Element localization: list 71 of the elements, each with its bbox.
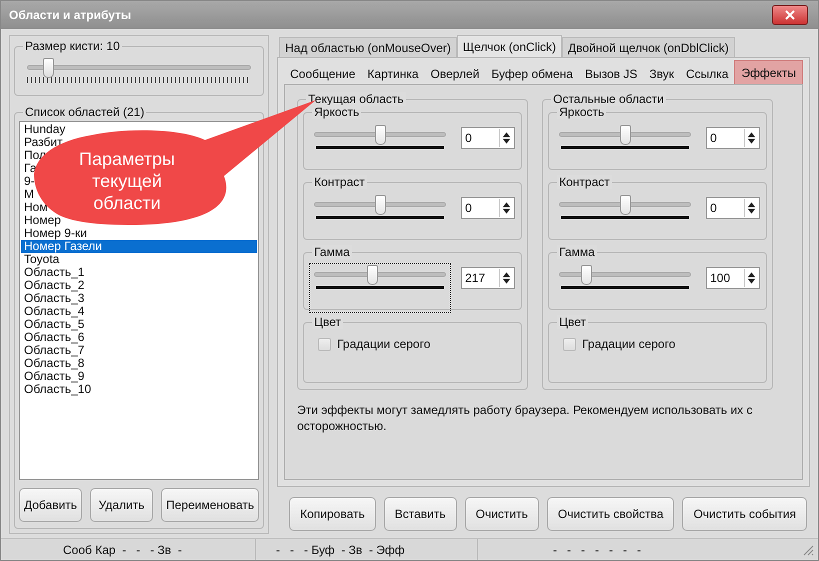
group-label: Яркость <box>557 105 606 119</box>
spin-box[interactable]: 217 <box>461 267 516 289</box>
slider-thumb[interactable] <box>375 195 386 215</box>
list-item[interactable]: Область_3 <box>21 292 258 305</box>
group-label: Гамма <box>557 245 597 259</box>
checkbox-label: Градации серого <box>582 337 676 351</box>
status-text: - - - Буф - Зв - Эфф <box>276 542 405 556</box>
tab[interactable]: Эффекты <box>734 60 803 84</box>
tab[interactable]: Вызов JS <box>578 64 644 84</box>
slider-thumb[interactable] <box>42 58 54 78</box>
list-item[interactable]: Область_2 <box>21 279 258 292</box>
status-text: Сооб Кар - - - Зв - <box>63 542 182 556</box>
group-label: Контраст <box>312 175 367 189</box>
action-button[interactable]: Очистить события <box>682 497 808 531</box>
slider-thumb[interactable] <box>620 125 632 145</box>
slider-thumb[interactable] <box>367 265 378 285</box>
list-item[interactable]: Область_5 <box>21 318 258 331</box>
list-item[interactable]: Toyota <box>21 253 258 266</box>
spin-box[interactable]: 0 <box>706 127 760 149</box>
group-label: Контраст <box>557 175 612 189</box>
action-button[interactable]: Вставить <box>384 497 457 531</box>
group-label: Гамма <box>312 245 352 259</box>
tab[interactable]: Оверлей <box>424 64 486 84</box>
tab[interactable]: Картинка <box>361 64 425 84</box>
slider-thumb[interactable] <box>581 265 592 285</box>
slider[interactable] <box>309 263 452 313</box>
group-label: Цвет <box>312 315 343 329</box>
checkbox-label: Градации серого <box>337 337 430 351</box>
tab[interactable]: Щелчок (onClick) <box>456 35 562 57</box>
list-item[interactable]: Область_8 <box>21 357 258 370</box>
action-button[interactable]: Очистить <box>464 497 539 531</box>
list-item[interactable]: Номер 9-ки <box>21 227 258 240</box>
checkbox[interactable] <box>563 338 576 350</box>
list-item[interactable]: Область_10 <box>21 383 258 396</box>
tab[interactable]: Буфер обмена <box>485 64 579 84</box>
action-button[interactable]: Добавить <box>19 488 82 522</box>
checkbox[interactable] <box>318 338 332 350</box>
action-button[interactable]: Копировать <box>289 497 376 531</box>
close-icon <box>785 10 795 20</box>
group-label: Остальные области <box>551 92 666 106</box>
tab[interactable]: Ссылка <box>680 64 734 84</box>
window-title: Области и атрибуты <box>9 8 132 22</box>
group-label: Список областей (21) <box>23 105 146 119</box>
group-label: Яркость <box>312 105 362 119</box>
group-label: Размер кисти: 10 <box>23 39 122 53</box>
tab[interactable]: Сообщение <box>284 64 362 84</box>
callout-text: Параметры текущей области <box>78 148 176 214</box>
list-item[interactable]: Область_4 <box>21 305 258 318</box>
group-label: Текущая область <box>306 92 406 106</box>
slider-thumb[interactable] <box>375 125 386 145</box>
status-text: - - - - - - - <box>553 542 641 556</box>
spin-box[interactable]: 0 <box>461 127 516 149</box>
action-button[interactable]: Очистить свойства <box>546 497 674 531</box>
list-item[interactable]: Область_6 <box>21 331 258 344</box>
list-item[interactable]: Область_7 <box>21 344 258 357</box>
spin-box[interactable]: 0 <box>461 197 516 219</box>
tab[interactable]: Двойной щелчок (onDblClick) <box>562 37 735 57</box>
action-button[interactable]: Удалить <box>90 488 154 522</box>
spin-box[interactable]: 0 <box>706 197 760 219</box>
resize-grip-icon <box>802 544 814 556</box>
spin-box[interactable]: 100 <box>706 267 760 289</box>
action-button[interactable]: Переименовать <box>161 488 260 522</box>
tab[interactable]: Над областью (onMouseOver) <box>279 37 457 57</box>
slider-thumb[interactable] <box>620 195 632 215</box>
tab[interactable]: Звук <box>643 64 680 84</box>
list-item[interactable]: Область_1 <box>21 266 258 279</box>
list-item[interactable]: Номер Газели <box>21 240 258 253</box>
group-label: Цвет <box>557 315 588 329</box>
info-text: Эти эффекты могут замедлять работу браузера. Рекомендуем использовать их с осторожностью. <box>297 402 754 434</box>
list-item[interactable]: Область_9 <box>21 370 258 383</box>
close-button[interactable] <box>772 5 808 25</box>
